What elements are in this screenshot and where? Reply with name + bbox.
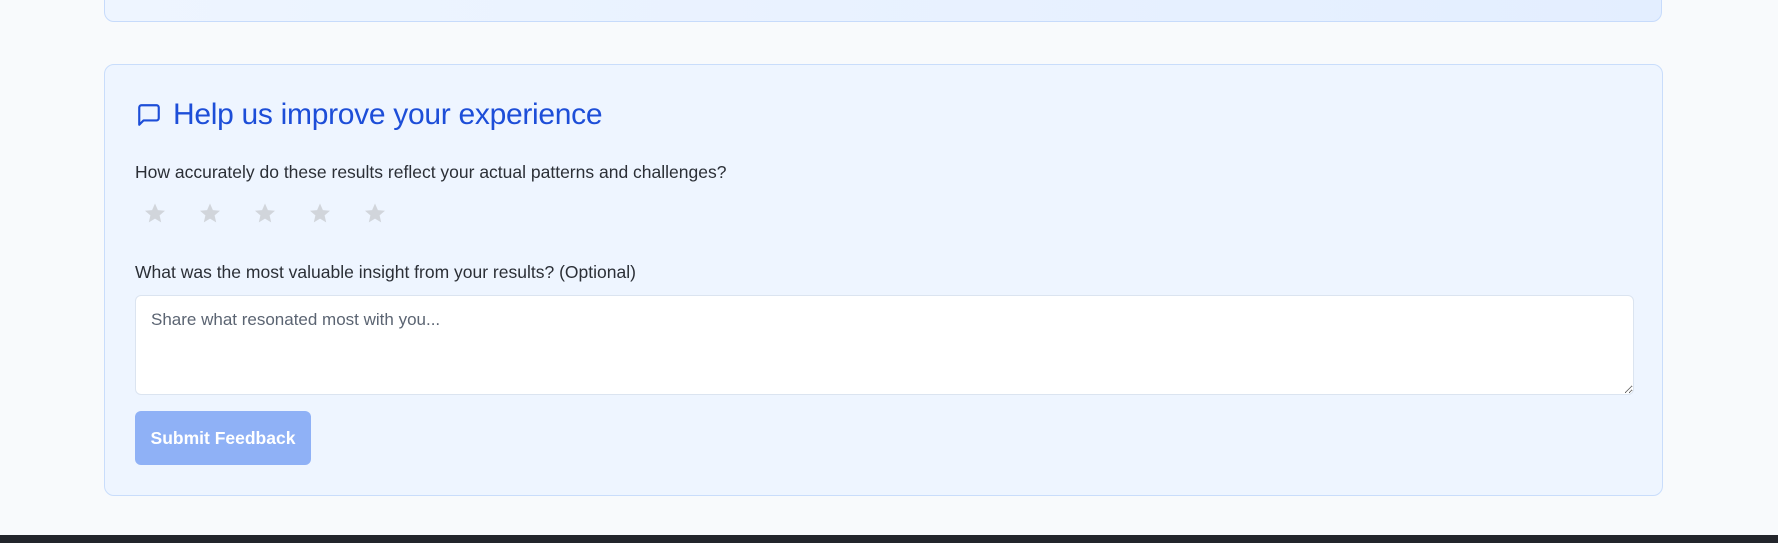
star-icon-4[interactable]: [308, 201, 332, 225]
accuracy-question-label: How accurately do these results reflect …: [135, 162, 727, 182]
insight-textarea[interactable]: [135, 295, 1634, 395]
footer-bar: [0, 535, 1778, 543]
submit-feedback-button[interactable]: Submit Feedback: [135, 411, 311, 465]
feedback-title: Help us improve your experience: [173, 98, 603, 131]
feedback-card: Help us improve your experience How accu…: [104, 64, 1663, 496]
chat-bubble-icon: [136, 102, 162, 128]
previous-section-card: [104, 0, 1662, 22]
star-icon-5[interactable]: [363, 201, 387, 225]
feedback-header: Help us improve your experience: [136, 93, 603, 137]
star-rating: [143, 201, 387, 225]
star-icon-1[interactable]: [143, 201, 167, 225]
star-icon-2[interactable]: [198, 201, 222, 225]
star-icon-3[interactable]: [253, 201, 277, 225]
insight-field-wrapper: [135, 295, 1634, 395]
insight-question-label: What was the most valuable insight from …: [135, 262, 636, 282]
